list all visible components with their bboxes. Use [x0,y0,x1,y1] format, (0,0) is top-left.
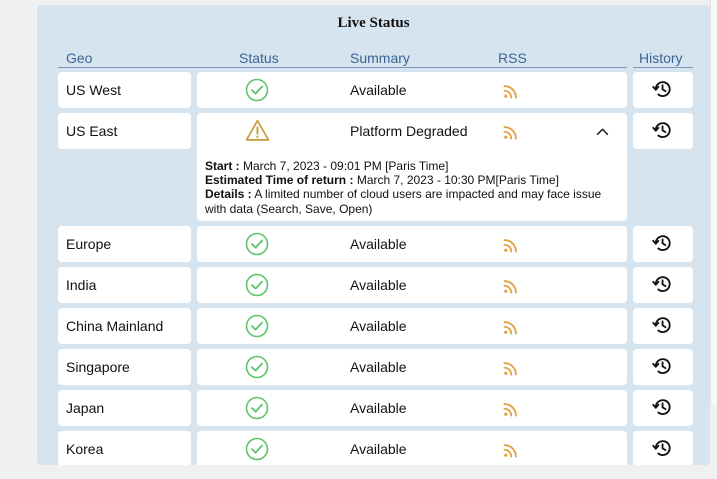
table-row: India Available [37,267,710,303]
status-summary: Available [350,82,407,98]
incident-start-label: Start : [205,159,240,173]
status-summary: Available [350,277,407,293]
incident-start: Start : March 7, 2023 - 09:01 PM [Paris … [205,159,617,173]
rss-icon[interactable] [503,320,518,335]
rss-icon[interactable] [503,125,518,140]
incident-eta-label: Estimated Time of return : [205,173,354,188]
status-cell: Available [197,431,627,465]
geo-name: Japan [66,400,105,416]
status-summary: Available [350,318,407,334]
check-circle-icon [245,437,269,461]
history-icon[interactable] [651,119,673,141]
header-history: History [639,50,683,66]
table-row: Europe Available [37,226,710,262]
status-cell: Available [197,72,627,108]
header-rss: RSS [498,50,527,66]
geo-cell: Korea [58,431,191,465]
incident-description-label: Details : [205,187,252,202]
incident-eta-value: March 7, 2023 - 10:30 PM[Paris Time] [353,173,559,188]
history-cell[interactable] [633,390,693,426]
rss-icon[interactable] [503,238,518,253]
check-circle-icon [245,396,269,420]
geo-cell: Europe [58,226,191,262]
chevron-up-icon[interactable] [596,125,609,138]
geo-name: Korea [66,441,104,457]
rss-icon[interactable] [503,361,518,376]
expanded-status-cell[interactable]: Platform Degraded Start : March 7, 2023 -… [197,113,627,221]
history-icon[interactable] [651,314,673,336]
check-circle-icon [245,273,269,297]
history-cell[interactable] [633,267,693,303]
table-row: Korea Available [37,431,710,465]
table-row: Japan Available [37,390,710,426]
history-icon[interactable] [651,78,673,100]
check-circle-icon [245,78,269,102]
table-row: China Mainland Available [37,308,710,344]
history-cell[interactable] [633,226,693,262]
geo-cell: India [58,267,191,303]
header-geo: Geo [66,50,93,66]
history-icon[interactable] [651,273,673,295]
live-status-panel: Live Status Geo Status Summary RSS Histo… [37,5,710,465]
status-summary: Available [350,441,407,457]
geo-cell: China Mainland [58,308,191,344]
page-scrollbar[interactable] [710,0,717,405]
check-circle-icon [245,232,269,256]
status-summary: Available [350,359,407,375]
geo-name: US East [66,123,118,139]
check-circle-icon [245,314,269,338]
header-status: Status [239,50,279,66]
status-cell: Available [197,267,627,303]
status-summary: Platform Degraded [350,123,468,139]
rss-icon[interactable] [503,279,518,294]
history-cell[interactable] [633,431,693,465]
geo-cell: US West [58,72,191,108]
history-cell[interactable] [633,113,693,149]
geo-name: US West [66,82,121,98]
incident-eta: Estimated Time of return : March 7, 2023… [205,173,617,187]
status-cell: Available [197,308,627,344]
status-cell: Available [197,349,627,385]
incident-start-value: March 7, 2023 - 09:01 PM [Paris Time] [239,159,449,173]
panel-title: Live Status [337,15,410,31]
history-cell[interactable] [633,72,693,108]
rss-icon[interactable] [503,84,518,99]
history-icon[interactable] [651,437,673,459]
geo-name: India [66,277,97,293]
rss-icon[interactable] [503,402,518,417]
geo-cell: Japan [58,390,191,426]
history-cell[interactable] [633,349,693,385]
warning-triangle-icon [245,118,270,143]
history-icon[interactable] [651,396,673,418]
history-cell[interactable] [633,308,693,344]
check-circle-icon [245,355,269,379]
table-row: US West Available [37,72,710,108]
header-divider-history [633,67,693,68]
status-cell: Available [197,226,627,262]
history-icon[interactable] [651,232,673,254]
status-summary: Available [350,236,407,252]
geo-cell: US East [58,113,191,149]
incident-details: Start : March 7, 2023 - 09:01 PM [Paris … [205,159,617,216]
geo-name: Europe [66,236,112,252]
table-row: US East Platform Degraded Start : March 7,… [37,113,710,221]
rss-icon[interactable] [503,443,518,458]
status-cell: Available [197,390,627,426]
header-divider [58,67,627,68]
geo-name: China Mainland [66,318,164,334]
geo-name: Singapore [66,359,130,375]
history-icon[interactable] [651,355,673,377]
incident-description: Details : A limited number of cloud user… [205,187,617,215]
header-summary: Summary [350,50,410,66]
geo-cell: Singapore [58,349,191,385]
incident-description-value: A limited number of cloud users are impa… [205,187,602,216]
table-row: Singapore Available [37,349,710,385]
status-summary: Available [350,400,407,416]
